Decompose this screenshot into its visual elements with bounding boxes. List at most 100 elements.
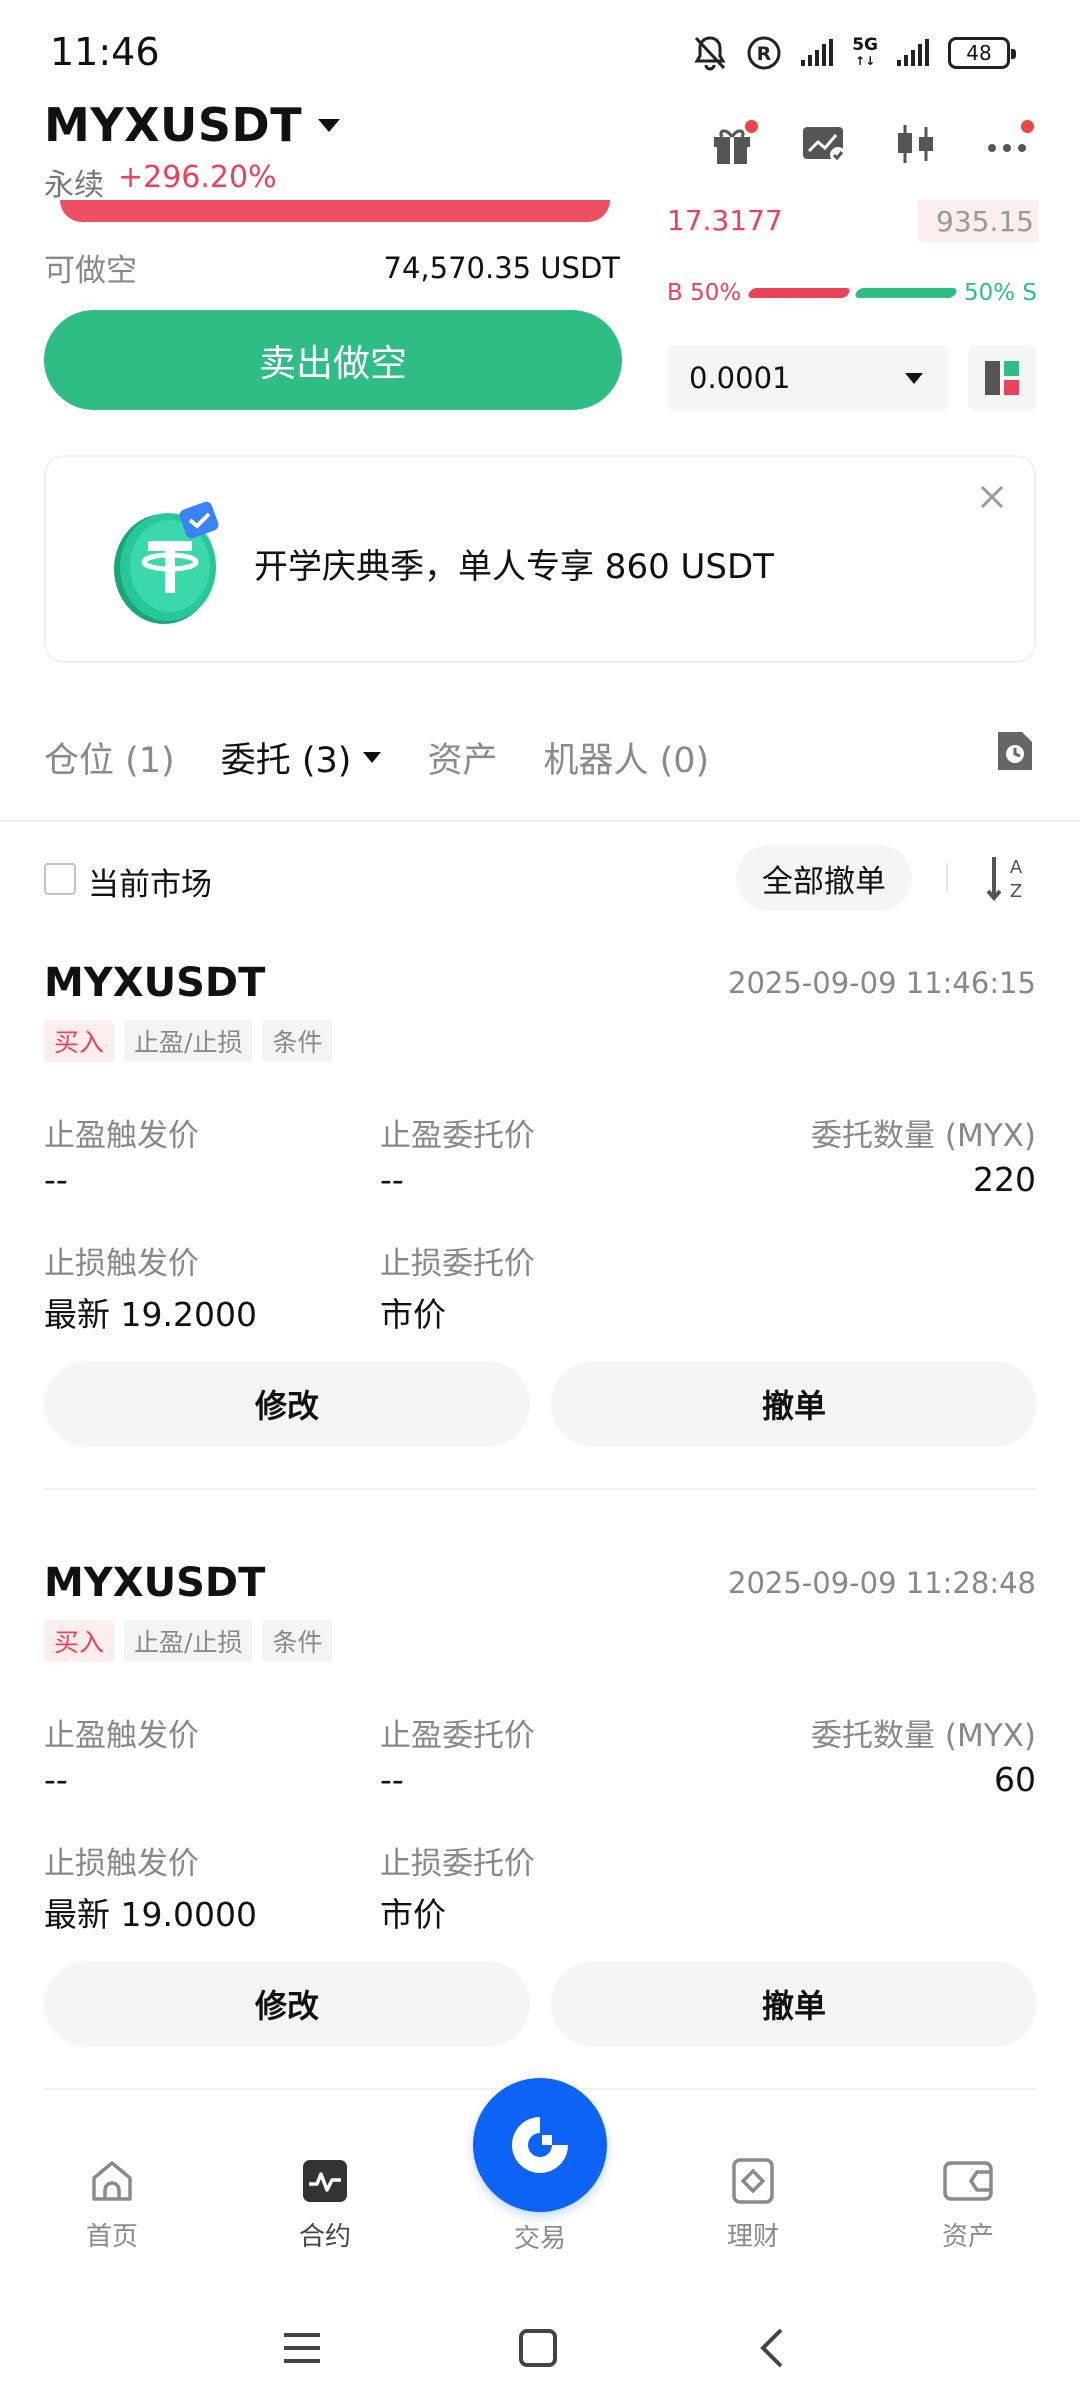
qty-value: 60 xyxy=(994,1760,1036,1799)
cancel-order-button[interactable]: 撤单 xyxy=(551,1361,1037,1447)
qty-label: 委托数量 (MYX) xyxy=(811,1718,1036,1754)
available-short-label: 可做空 xyxy=(44,253,137,289)
nav-finance[interactable]: 理财 xyxy=(683,2158,823,2253)
bell-muted-icon xyxy=(692,34,728,72)
layout-icon xyxy=(985,361,1019,395)
sl-trigger-value: 最新 19.2000 xyxy=(44,1295,257,1334)
tab-assets[interactable]: 资产 xyxy=(427,732,497,783)
home-button[interactable] xyxy=(508,2318,568,2378)
tag-buy: 买入 xyxy=(44,1620,115,1662)
price-change: +296.20% xyxy=(118,160,277,195)
sell-short-button[interactable]: 卖出做空 xyxy=(44,310,622,410)
sl-order-label: 止损委托价 xyxy=(380,1846,535,1882)
orderbook-ask-price[interactable]: 17.3177 xyxy=(667,204,783,237)
modify-button[interactable]: 修改 xyxy=(44,1361,530,1447)
r-circle-icon: R xyxy=(746,35,782,71)
nav-trade-label[interactable]: 交易 xyxy=(470,2218,610,2255)
status-time: 11:46 xyxy=(50,30,160,74)
pair-selector[interactable]: MYXUSDT xyxy=(44,98,341,152)
battery-icon: 48 xyxy=(948,37,1016,69)
more-button[interactable] xyxy=(982,118,1034,170)
divider xyxy=(0,820,1080,822)
tag-tpsl: 止盈/止损 xyxy=(124,1020,253,1062)
sl-trigger-label: 止损触发价 xyxy=(44,1246,199,1282)
chevron-down-icon xyxy=(363,752,382,763)
amount-slider-bar[interactable] xyxy=(60,200,610,222)
chevron-down-icon xyxy=(318,118,341,132)
contract-icon xyxy=(303,2160,347,2202)
cancel-all-button[interactable]: 全部撤单 xyxy=(736,845,912,911)
gift-button[interactable] xyxy=(706,118,758,170)
cancel-order-button[interactable]: 撤单 xyxy=(551,1961,1037,2047)
divider xyxy=(946,863,948,893)
sl-order-value: 市价 xyxy=(380,1295,446,1334)
sort-az-icon: AZ xyxy=(986,857,1023,902)
back-button[interactable] xyxy=(742,2318,802,2378)
order-time: 2025-09-09 11:28:48 xyxy=(728,1566,1036,1600)
sl-order-value: 市价 xyxy=(380,1895,446,1934)
precision-dropdown[interactable]: 0.0001 xyxy=(667,345,949,411)
tag-condition: 条件 xyxy=(262,1620,333,1662)
tab-bar: 仓位 (1) 委托 (3) 资产 机器人 (0) xyxy=(44,732,1036,783)
pair-name: MYXUSDT xyxy=(44,98,303,152)
order-card: MYXUSDT 2025-09-09 11:28:48 买入 止盈/止损 条件 … xyxy=(44,1560,1037,2160)
history-button[interactable] xyxy=(994,728,1036,783)
orderbook-layout-button[interactable] xyxy=(968,345,1036,411)
nav-contract-label: 合约 xyxy=(298,2222,351,2252)
status-icons: R 5G ↑↓ 48 xyxy=(692,34,1016,72)
buy-ratio-label: B 50% xyxy=(667,280,742,306)
orderbook-ask-qty: 935.15 xyxy=(918,200,1038,242)
tp-order-label: 止盈委托价 xyxy=(380,1118,535,1154)
sl-trigger-value: 最新 19.0000 xyxy=(44,1895,257,1934)
nav-finance-label: 理财 xyxy=(726,2222,779,2252)
nav-home[interactable]: 首页 xyxy=(42,2158,182,2253)
tp-trigger-label: 止盈触发价 xyxy=(44,1718,199,1754)
menu-button[interactable] xyxy=(272,2318,332,2378)
order-symbol[interactable]: MYXUSDT xyxy=(44,1560,265,1606)
sl-order-label: 止损委托价 xyxy=(380,1246,535,1282)
current-market-label[interactable]: 当前市场 xyxy=(88,859,212,904)
order-card: MYXUSDT 2025-09-09 11:46:15 买入 止盈/止损 条件 … xyxy=(44,960,1037,1560)
svg-text:A: A xyxy=(1010,857,1023,878)
available-short-value: 74,570.35 USDT xyxy=(383,250,621,285)
nav-contract[interactable]: 合约 xyxy=(255,2158,395,2253)
pair-subtitle: 永续 +296.20% xyxy=(44,160,277,204)
candlestick-button[interactable] xyxy=(890,118,942,170)
finance-icon xyxy=(732,2158,774,2204)
nav-assets[interactable]: 资产 xyxy=(898,2158,1038,2253)
trade-fab-button[interactable] xyxy=(473,2078,607,2212)
tp-order-value: -- xyxy=(380,1160,404,1199)
tag-tpsl: 止盈/止损 xyxy=(124,1620,253,1662)
promo-banner[interactable]: 开学庆典季，单人专享 860 USDT xyxy=(44,455,1036,663)
tab-robots[interactable]: 机器人 (0) xyxy=(543,732,709,783)
chevron-down-icon xyxy=(905,372,923,384)
wallet-icon xyxy=(943,2161,993,2201)
modify-button[interactable]: 修改 xyxy=(44,1961,530,2047)
banner-text: 开学庆典季，单人专享 860 USDT xyxy=(254,547,774,587)
tab-orders[interactable]: 委托 (3) xyxy=(221,732,382,783)
status-bar: 11:46 R 5G ↑↓ 48 xyxy=(0,0,1080,110)
network-label: 5G ↑↓ xyxy=(852,35,878,69)
qty-value: 220 xyxy=(973,1160,1036,1199)
precision-value: 0.0001 xyxy=(689,361,791,395)
nav-assets-label: 资产 xyxy=(941,2222,994,2252)
order-tags: 买入 止盈/止损 条件 xyxy=(44,1620,333,1662)
tp-order-label: 止盈委托价 xyxy=(380,1718,535,1754)
sort-button[interactable]: AZ xyxy=(986,853,1030,907)
square-icon xyxy=(519,2329,557,2367)
nav-home-label: 首页 xyxy=(85,2222,138,2252)
current-market-checkbox[interactable] xyxy=(44,863,76,895)
notification-dot xyxy=(1021,120,1034,133)
contract-type: 永续 xyxy=(44,168,104,203)
tp-trigger-value: -- xyxy=(44,1760,68,1799)
order-symbol[interactable]: MYXUSDT xyxy=(44,960,265,1006)
close-button[interactable] xyxy=(972,477,1012,517)
tab-positions[interactable]: 仓位 (1) xyxy=(44,732,175,783)
svg-text:R: R xyxy=(757,43,772,65)
filter-row: 当前市场 全部撤单 AZ xyxy=(44,845,1036,911)
sl-trigger-label: 止损触发价 xyxy=(44,1846,199,1882)
chart-check-button[interactable] xyxy=(798,118,850,170)
menu-icon xyxy=(284,2333,320,2363)
tab-orders-label: 委托 (3) xyxy=(220,741,352,781)
notification-dot xyxy=(745,120,758,133)
